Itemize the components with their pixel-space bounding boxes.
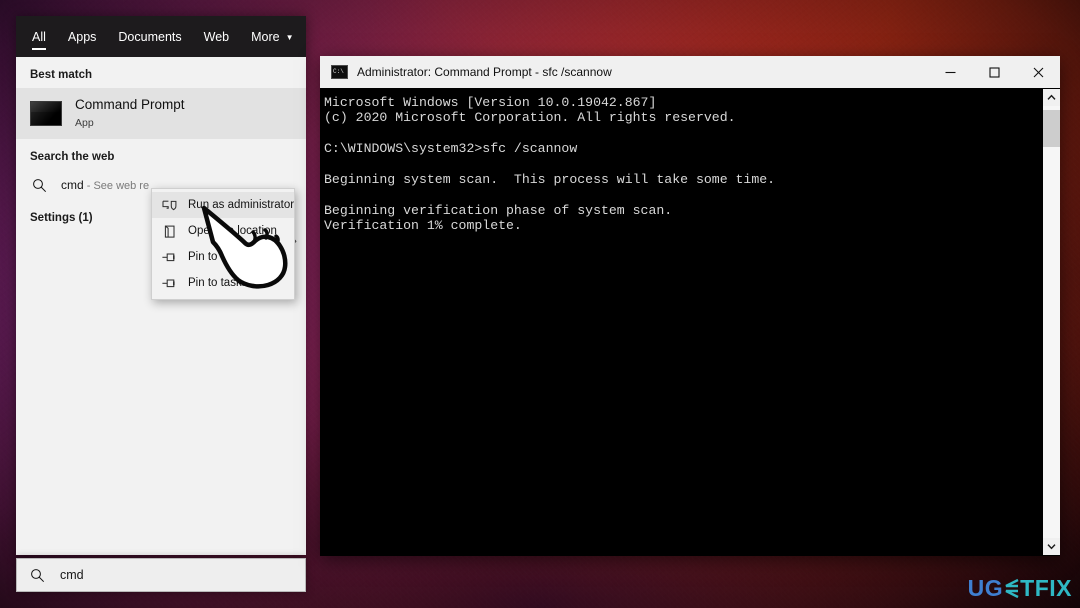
search-results-body: Best match Command Prompt App Search the… [16, 57, 306, 555]
web-result-query: cmd [61, 178, 84, 192]
best-match-header: Best match [30, 69, 92, 81]
console-titlebar[interactable]: Administrator: Command Prompt - sfc /sca… [320, 56, 1060, 88]
web-result-suffix: - See web re [83, 180, 150, 192]
tab-documents[interactable]: Documents [118, 16, 181, 57]
close-button[interactable] [1016, 56, 1060, 88]
search-icon [31, 568, 45, 582]
search-the-web-header: Search the web [30, 151, 115, 163]
console-output[interactable]: Microsoft Windows [Version 10.0.19042.86… [321, 89, 1042, 555]
scrollbar-thumb[interactable] [1042, 110, 1060, 147]
scroll-up-button[interactable] [1042, 89, 1060, 106]
search-input-value: cmd [60, 568, 84, 582]
tab-apps[interactable]: Apps [68, 16, 97, 57]
result-command-prompt[interactable]: Command Prompt App [16, 88, 306, 139]
watermark-part2: TFIX [1020, 575, 1072, 601]
search-icon [33, 178, 47, 192]
start-search-panel: All Apps Documents Web More ▼ Best match… [16, 16, 306, 555]
maximize-button[interactable] [972, 56, 1016, 88]
tab-apps-label: Apps [67, 29, 97, 44]
web-result-label: cmd - See web re [61, 178, 149, 192]
menu-item-open-file-location-label: Open file location [188, 225, 277, 237]
tab-web-label: Web [203, 29, 230, 44]
tab-web[interactable]: Web [204, 16, 229, 57]
pin-icon [161, 249, 178, 266]
scroll-down-button[interactable] [1042, 538, 1060, 555]
tab-all[interactable]: All [32, 16, 46, 57]
tab-documents-label: Documents [118, 29, 182, 44]
menu-item-pin-to-taskbar-label: Pin to taskbar [188, 277, 259, 289]
context-menu: Run as administrator Open file location [151, 188, 295, 300]
menu-item-pin-to-start-label: Pin to Start [188, 251, 245, 263]
command-prompt-icon [30, 101, 62, 126]
pin-icon [161, 275, 178, 292]
folder-icon [161, 223, 178, 240]
menu-item-open-file-location[interactable]: Open file location [152, 218, 294, 244]
minimize-button[interactable] [928, 56, 972, 88]
scrollbar-track[interactable] [1042, 106, 1060, 538]
console-icon [331, 65, 348, 79]
console-scrollbar[interactable] [1042, 89, 1060, 555]
ugetfix-watermark: UG TFIX [968, 575, 1072, 602]
command-prompt-window: Administrator: Command Prompt - sfc /sca… [320, 56, 1060, 556]
menu-item-run-as-administrator[interactable]: Run as administrator [152, 192, 294, 218]
search-filter-tabbar: All Apps Documents Web More ▼ [16, 16, 306, 57]
menu-item-run-as-administrator-label: Run as administrator [188, 199, 295, 211]
minimize-icon [945, 71, 955, 73]
chevron-up-icon [1046, 94, 1056, 100]
best-match-text: Command Prompt App [75, 97, 185, 130]
tab-all-label: All [32, 29, 46, 44]
chevron-down-icon: ▼ [285, 33, 294, 42]
tab-more-label: More [251, 29, 280, 44]
maximize-icon [988, 66, 1000, 78]
close-icon [1033, 67, 1043, 77]
taskbar-search-input[interactable]: cmd [16, 558, 306, 592]
watermark-e-glyph [1004, 578, 1019, 599]
chevron-down-icon [1046, 544, 1056, 550]
best-match-title: Command Prompt [75, 97, 185, 112]
console-title: Administrator: Command Prompt - sfc /sca… [357, 65, 612, 79]
shield-icon [161, 197, 178, 214]
best-match-subtitle: App [75, 116, 94, 129]
screenshot-root: All Apps Documents Web More ▼ Best match… [0, 0, 1080, 608]
tab-more[interactable]: More ▼ [251, 16, 293, 57]
watermark-part1: UG [967, 575, 1004, 601]
console-body: Microsoft Windows [Version 10.0.19042.86… [320, 88, 1060, 556]
menu-item-pin-to-start[interactable]: Pin to Start [152, 244, 294, 270]
menu-item-pin-to-taskbar[interactable]: Pin to taskbar [152, 270, 294, 296]
